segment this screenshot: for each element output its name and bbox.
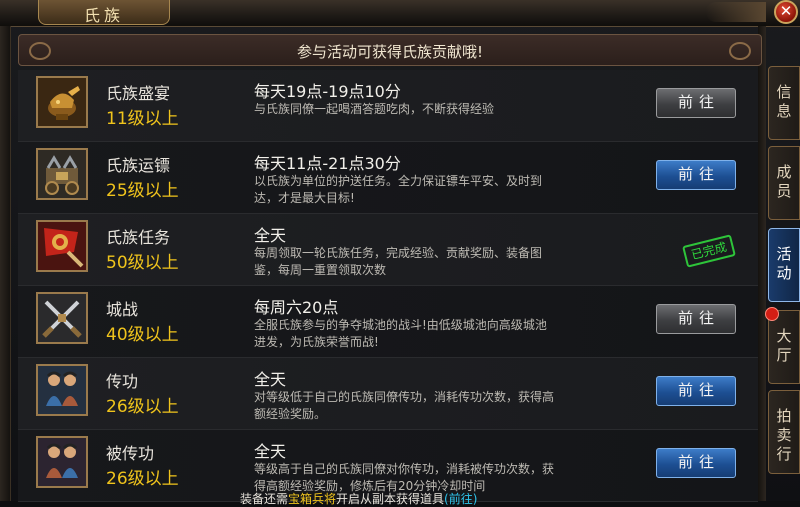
close-icon: ✕ <box>779 2 793 20</box>
activity-desc: 以氏族为单位的护送任务。全力保证镖车平安、及时到达，才是最大目标! <box>254 174 543 205</box>
footer-prefix: 装备还需 <box>240 492 289 506</box>
tab-members[interactable]: 成员 <box>768 146 800 220</box>
tab-label: 大厅 <box>769 327 799 365</box>
tab-char: 动 <box>776 264 792 282</box>
activity-level: 26级以上 <box>106 469 179 489</box>
tab-char: 卖 <box>776 426 792 444</box>
tab-info[interactable]: 信息 <box>768 66 800 140</box>
activity-desc: 对等级低于自己的氏族同僚传功，消耗传功次数，获得高额经验奖励。 <box>254 390 555 421</box>
info-banner: 参与活动可获得氏族贡献哦! <box>18 34 762 66</box>
notification-dot-icon <box>765 307 779 321</box>
tab-activities[interactable]: 活动 <box>768 228 800 302</box>
tab-label: 信息 <box>769 83 799 121</box>
meditating-pair-icon <box>36 364 88 416</box>
activity-desc: 全服氏族参与的争夺城池的战斗!由低级城池向高级城池进发，为氏族荣誉而战! <box>254 318 547 349</box>
activity-level: 26级以上 <box>106 397 179 417</box>
activity-time: 每周六20点 <box>254 298 339 317</box>
activity-name: 传功 <box>106 372 139 391</box>
banner-text: 参与活动可获得氏族贡献哦! <box>296 43 483 61</box>
tab-auction[interactable]: 拍卖行 <box>768 390 800 474</box>
activity-level: 11级以上 <box>106 109 179 129</box>
go-button[interactable]: 前往 <box>656 160 736 190</box>
footer-middle: 开启从副本获得道具 <box>336 492 445 506</box>
go-button[interactable]: 前往 <box>656 376 736 406</box>
clan-window: 氏族 ✕ 参与活动可获得氏族贡献哦! 氏族盛宴 11级以上 每天19点-19点1… <box>0 0 800 506</box>
clan-flag-icon <box>36 220 88 272</box>
activity-row-transmit: 传功 26级以上 全天 对等级低于自己的氏族同僚传功，消耗传功次数，获得高额经验… <box>18 358 758 430</box>
title-bar: 氏族 ✕ <box>0 0 800 27</box>
tab-char: 信 <box>776 83 792 101</box>
activity-level: 25级以上 <box>106 181 179 201</box>
tab-char: 息 <box>776 102 792 120</box>
activity-list: 氏族盛宴 11级以上 每天19点-19点10分 与氏族同僚一起喝酒答题吃肉，不断… <box>18 70 758 502</box>
go-button[interactable]: 前往 <box>656 448 736 478</box>
tab-char: 大 <box>776 327 792 345</box>
crossed-swords-icon <box>36 292 88 344</box>
activity-time: 全天 <box>254 442 287 461</box>
right-frame-rail <box>758 26 766 501</box>
activity-row-clan-quest: 氏族任务 50级以上 全天 每周领取一轮氏族任务，完成经验、贡献奖励、装备图鉴，… <box>18 214 758 286</box>
footer-highlight: 宝箱兵将 <box>288 492 337 506</box>
window-title: 氏族 <box>83 6 124 25</box>
tab-char: 厅 <box>776 346 792 364</box>
activity-time: 每天11点-21点30分 <box>254 154 401 173</box>
activity-desc: 与氏族同僚一起喝酒答题吃肉，不断获得经验 <box>254 102 495 116</box>
footer-link[interactable]: (前往) <box>444 492 477 506</box>
activity-name: 氏族运镖 <box>106 156 171 175</box>
close-button[interactable]: ✕ <box>774 0 798 24</box>
activity-desc: 每周领取一轮氏族任务，完成经验、贡献奖励、装备图鉴，每周一重置领取次数 <box>254 246 543 277</box>
tab-char: 活 <box>776 245 792 263</box>
activity-name: 氏族盛宴 <box>106 84 171 103</box>
tab-char: 员 <box>776 182 792 200</box>
meditating-pair-icon <box>36 436 88 488</box>
tab-label: 拍卖行 <box>769 407 799 464</box>
tab-label: 成员 <box>769 163 799 201</box>
tab-char: 成 <box>776 163 792 181</box>
footer-hint: 装备还需宝箱兵将开启从副本获得道具(前往) <box>240 490 477 507</box>
activity-time: 每天19点-19点10分 <box>254 82 401 101</box>
completed-stamp: 已完成 <box>682 234 736 268</box>
activity-name: 城战 <box>106 300 139 319</box>
tab-label: 活动 <box>769 245 799 283</box>
tab-char: 拍 <box>776 407 792 425</box>
activity-level: 40级以上 <box>106 325 179 345</box>
go-button[interactable]: 前往 <box>656 304 736 334</box>
go-button[interactable]: 前往 <box>656 88 736 118</box>
activity-row-feast: 氏族盛宴 11级以上 每天19点-19点10分 与氏族同僚一起喝酒答题吃肉，不断… <box>18 70 758 142</box>
title-plate: 氏族 <box>38 0 170 25</box>
escort-cart-icon <box>36 148 88 200</box>
corner-ornament <box>706 2 766 22</box>
activity-row-city-war: 城战 40级以上 每周六20点 全服氏族参与的争夺城池的战斗!由低级城池向高级城… <box>18 286 758 358</box>
feast-cup-icon <box>36 76 88 128</box>
tab-hall[interactable]: 大厅 <box>765 307 800 384</box>
activity-time: 全天 <box>254 226 287 245</box>
tab-char: 行 <box>776 445 792 463</box>
activity-time: 全天 <box>254 370 287 389</box>
left-frame-rail <box>0 26 11 501</box>
activity-name: 被传功 <box>106 444 155 463</box>
activity-level: 50级以上 <box>106 253 179 273</box>
activity-row-escort: 氏族运镖 25级以上 每天11点-21点30分 以氏族为单位的护送任务。全力保证… <box>18 142 758 214</box>
activity-name: 氏族任务 <box>106 228 171 247</box>
